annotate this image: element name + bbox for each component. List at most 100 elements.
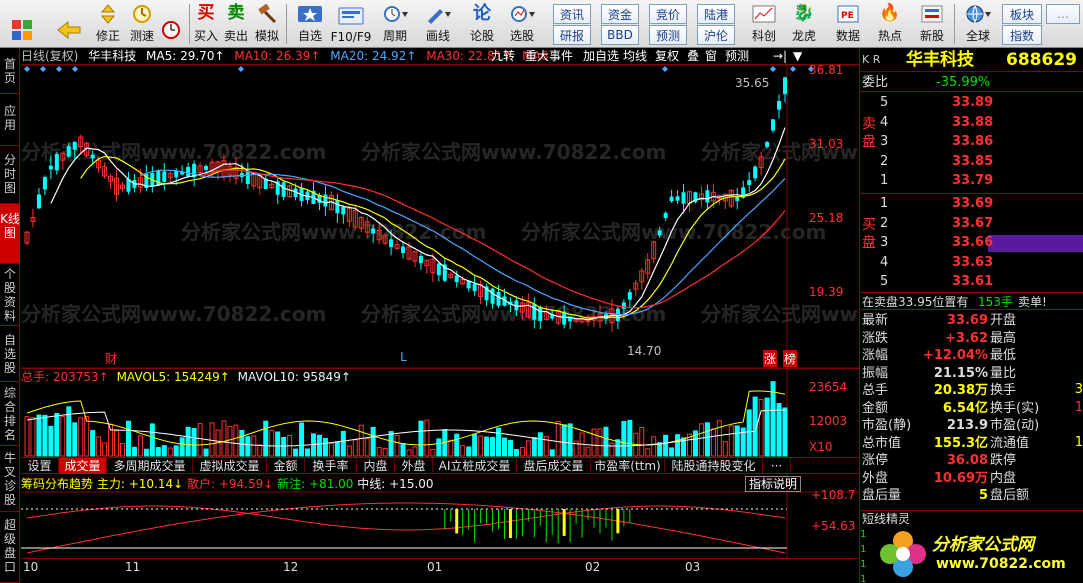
- flower-logo-icon: [880, 531, 926, 577]
- auction-button[interactable]: 竞价: [649, 4, 687, 24]
- event-marker[interactable]: L: [400, 350, 407, 364]
- draw-line-button[interactable]: 画线: [418, 2, 458, 46]
- stat-label: 总手: [862, 383, 889, 398]
- ask-row[interactable]: 3 33.86: [860, 133, 1083, 151]
- tab-turnover[interactable]: 换手率: [305, 458, 357, 474]
- divider: [286, 4, 287, 44]
- bid-row[interactable]: 3 33.66: [860, 234, 1083, 252]
- tab-settings[interactable]: 设置: [21, 458, 59, 474]
- bid-row[interactable]: 1 33.69: [860, 195, 1083, 213]
- nav-kline[interactable]: K线图: [0, 204, 20, 264]
- nav-super-book[interactable]: 超级盘口: [0, 512, 20, 583]
- research-button[interactable]: 研报: [553, 25, 591, 45]
- bid-row[interactable]: 2 33.67: [860, 215, 1083, 233]
- refresh-button[interactable]: 修正: [92, 2, 124, 46]
- candle-body: [681, 192, 686, 204]
- nav-diagnosis[interactable]: 牛叉诊股: [0, 446, 20, 512]
- clock-button[interactable]: [156, 2, 186, 46]
- ask-row[interactable]: 4 33.88: [860, 114, 1083, 132]
- nav-intraday[interactable]: 分时图: [0, 146, 20, 204]
- grid-button[interactable]: [4, 2, 40, 46]
- volume-bar: [704, 422, 710, 457]
- tab-pe-ttm[interactable]: 市盈率(ttm): [591, 458, 665, 474]
- tab-more[interactable]: ···: [763, 458, 791, 474]
- tab-inner[interactable]: 内盘: [357, 458, 395, 474]
- tab-ai-volume[interactable]: AI立桩成交量: [433, 458, 517, 474]
- time-axis: 10 11 12 01 02 03: [21, 558, 859, 583]
- volume-bar: [54, 412, 60, 457]
- finance-marker[interactable]: 财: [105, 350, 117, 367]
- stock-select-button[interactable]: 选股: [502, 2, 542, 46]
- stat-value: 36.08: [946, 453, 988, 468]
- ask-level: 2: [880, 153, 889, 169]
- tab-virtual-volume[interactable]: 虚拟成交量: [193, 458, 267, 474]
- volume-bar: [119, 443, 125, 457]
- logo-box: 分析家公式网 www.70822.com: [872, 524, 1082, 583]
- nav-home[interactable]: 首页: [0, 48, 20, 94]
- tab-multi-period-volume[interactable]: 多周期成交量: [107, 458, 193, 474]
- hk-connect-button[interactable]: 陆港: [697, 4, 735, 24]
- ask-row[interactable]: 1 33.79: [860, 172, 1083, 190]
- ask-row[interactable]: 5 33.89: [860, 94, 1083, 112]
- stat-value: 20.38万: [933, 383, 988, 398]
- dragon-tiger-button[interactable]: 🐉 龙虎: [786, 2, 822, 46]
- stat-row: 总市值 155.3亿 流通值: [860, 435, 1083, 453]
- indicator-help-button[interactable]: 指标说明: [745, 476, 802, 492]
- stat-value: +3.62: [945, 330, 988, 346]
- nav-watchlist[interactable]: 自选股: [0, 326, 20, 382]
- bid-row[interactable]: 5 33.61: [860, 273, 1083, 291]
- news-button[interactable]: 资讯: [553, 4, 591, 24]
- more-button[interactable]: …: [1046, 4, 1080, 24]
- nav-apps[interactable]: 应用: [0, 94, 20, 146]
- ask-level: 1: [880, 173, 889, 188]
- back-button[interactable]: [52, 2, 86, 46]
- simulate-button[interactable]: 模拟: [252, 2, 282, 46]
- grid-icon: [9, 18, 35, 42]
- global-button[interactable]: 全球: [958, 2, 998, 46]
- new-stock-button[interactable]: 新股: [914, 2, 950, 46]
- sell-button[interactable]: 卖 卖出: [222, 2, 250, 46]
- favorites-button[interactable]: 自选: [292, 2, 328, 46]
- tab-hk-holdings[interactable]: 陆股通持股变化: [665, 458, 763, 474]
- stat-label: 涨幅: [862, 348, 889, 363]
- tab-volume[interactable]: 成交量: [59, 458, 107, 474]
- volume-bar: [782, 407, 788, 457]
- commission-ratio-row: 委比 -35.99%: [860, 74, 1083, 92]
- candle-body: [66, 145, 71, 157]
- nav-ranking[interactable]: 综合排名: [0, 382, 20, 446]
- volume-bar: [507, 439, 513, 457]
- volume-bar: [143, 448, 149, 457]
- hotspot-button[interactable]: 🔥 热点: [872, 2, 908, 46]
- limit-up-marker[interactable]: 涨: [763, 350, 778, 367]
- volume-bar: [424, 419, 430, 457]
- fund-flow-button[interactable]: 资金: [601, 4, 639, 24]
- tab-amount[interactable]: 金额: [267, 458, 305, 474]
- tab-outer[interactable]: 外盘: [395, 458, 433, 474]
- volume-tick: 12003: [809, 414, 848, 428]
- ask-row[interactable]: 2 33.85: [860, 153, 1083, 171]
- volume-bar: [364, 437, 370, 457]
- sector-button[interactable]: 板块: [1002, 4, 1042, 24]
- candle-body: [371, 228, 376, 234]
- index-button[interactable]: 指数: [1002, 25, 1042, 45]
- volume-bar: [322, 438, 328, 457]
- nav-profile[interactable]: 个股资料: [0, 264, 20, 326]
- speed-test-button[interactable]: 测速: [126, 2, 158, 46]
- bid-row[interactable]: 4 33.63: [860, 254, 1083, 272]
- forecast-button[interactable]: 预测: [649, 25, 687, 45]
- shanghai-london-button[interactable]: 沪伦: [697, 25, 735, 45]
- data-button[interactable]: PE 数据: [830, 2, 866, 46]
- candle-body: [627, 292, 632, 300]
- forum-button[interactable]: 论 论股: [464, 2, 500, 46]
- stat-label-2: 最高: [990, 330, 1017, 346]
- sci-tech-button[interactable]: 科创: [746, 2, 782, 46]
- rank-marker[interactable]: 榜: [783, 350, 798, 367]
- buy-button[interactable]: 买 买入: [192, 2, 220, 46]
- volume-bar: [496, 427, 502, 457]
- retail-line: [26, 505, 786, 531]
- period-button[interactable]: 周期: [376, 2, 414, 46]
- f10-button[interactable]: F10/F9: [330, 2, 372, 46]
- tab-after-hours[interactable]: 盘后成交量: [517, 458, 591, 474]
- bbd-button[interactable]: BBD: [601, 25, 639, 45]
- kline-chart-area[interactable]: 日线(复权) 华丰科技 MA5: 29.70↑ MA10: 26.39↑ MA2…: [21, 48, 1006, 583]
